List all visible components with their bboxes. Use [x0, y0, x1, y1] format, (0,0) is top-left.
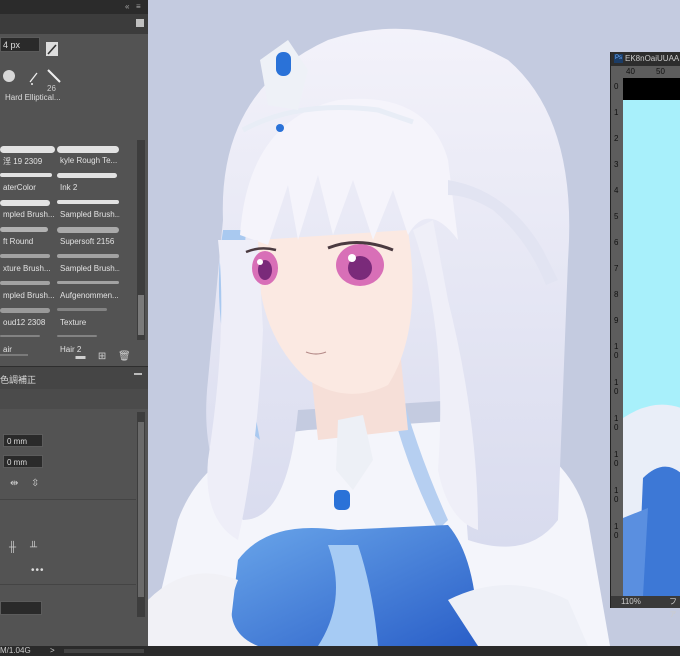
brush-panel: « ≡ 4 px 26 Hard Elliptical... 淫 19 2309… — [0, 0, 148, 646]
tip-elliptical — [47, 69, 61, 83]
more-options-icon[interactable]: ••• — [31, 565, 45, 576]
folder-icon[interactable]: ▬ — [75, 352, 86, 362]
divider — [0, 584, 136, 585]
new-preset-icon[interactable]: ⊞ — [97, 352, 108, 362]
zoom-level[interactable]: 110% — [621, 596, 641, 608]
brush-tip-previews — [0, 62, 70, 90]
status-arrow-icon[interactable]: > — [50, 646, 55, 656]
property-field-2[interactable]: 0 mm — [3, 455, 43, 468]
property-field-3[interactable] — [0, 601, 42, 615]
ruler-tick-label: 4 — [614, 186, 619, 195]
brush-preset[interactable]: ft Round — [0, 224, 60, 251]
panel-header — [0, 14, 148, 34]
tab-menu-icon[interactable] — [134, 373, 142, 375]
brush-list-scrollbar[interactable] — [137, 140, 145, 340]
ruler-tick-label: 1 0 — [614, 522, 619, 540]
trash-icon[interactable]: 🗑 — [118, 352, 131, 362]
tip-dot — [31, 83, 33, 85]
brush-settings-button[interactable] — [46, 42, 58, 56]
scrollbar-thumb[interactable] — [138, 422, 144, 597]
brush-preset[interactable]: oud12 2308 — [0, 305, 60, 332]
ruler-tick-label: 6 — [614, 238, 619, 247]
status-bar: M/1.04G > — [0, 646, 680, 656]
anime-girl-illustration — [148, 0, 610, 646]
brush-preset-grid: 淫 19 2309 kyle Rough Te... aterColor Ink… — [0, 143, 122, 354]
ruler-tick-label: 2 — [614, 134, 619, 143]
horizontal-ruler[interactable]: 40 50 — [623, 66, 680, 78]
panel-top-strip: « ≡ — [0, 0, 148, 14]
ruler-tick-label: 8 — [614, 290, 619, 299]
brush-settings-icon — [47, 44, 57, 55]
collapse-icon[interactable]: « — [125, 2, 129, 11]
ruler-tick-label: 1 — [614, 108, 619, 117]
brush-preset[interactable]: Aufgenommen... — [57, 278, 119, 305]
align-center-icon[interactable]: ╫ — [9, 542, 16, 553]
ruler-tick-label: 1 0 — [614, 342, 619, 360]
brush-preset[interactable]: xture Brush... — [0, 251, 60, 278]
divider — [0, 499, 136, 500]
ruler-tick-label: 5 — [614, 212, 619, 221]
brush-tip-size-number: 26 — [47, 84, 56, 93]
properties-scrollbar[interactable] — [137, 412, 145, 617]
panel-slider[interactable] — [0, 354, 28, 356]
ruler-tick-label: 1 0 — [614, 414, 619, 432]
ruler-tick-label: 1 0 — [614, 450, 619, 468]
brush-preset[interactable]: mpled Brush... — [0, 278, 60, 305]
ruler-tick-label: 40 — [626, 67, 635, 76]
brush-preset[interactable]: Sampled Brush... — [57, 251, 120, 278]
tab-adjustments[interactable]: 色調補正 — [0, 373, 36, 386]
ruler-tick-label: 7 — [614, 264, 619, 273]
doc-size-readout: M/1.04G — [0, 646, 31, 655]
thumbnail-illustration — [623, 404, 680, 596]
properties-header — [0, 389, 148, 409]
document-title: EK8nOaiUUAA — [625, 54, 680, 63]
ruler-tick-label: 1 0 — [614, 486, 619, 504]
property-field-1[interactable]: 0 mm — [3, 434, 43, 447]
brush-preset[interactable]: Ink 2 — [57, 170, 117, 197]
flip-horizontal-icon[interactable]: ⇹ — [10, 478, 18, 489]
status-label: ファ — [669, 597, 677, 618]
ruler-tick-label: 0 — [614, 82, 619, 91]
brush-panel-actions: ▬ ⊞ 🗑 — [75, 351, 137, 362]
document-tab[interactable]: Ps EK8nOaiUUAA — [611, 52, 680, 66]
align-bottom-icon[interactable]: ╨ — [30, 542, 37, 553]
brush-preset[interactable]: Supersoft 2156 — [57, 224, 119, 251]
tip-soft-round — [3, 70, 15, 82]
brush-preset[interactable]: 淫 19 2309 — [0, 143, 60, 170]
ruler-corner — [611, 66, 623, 78]
ruler-tick-label: 50 — [656, 67, 665, 76]
canvas-artwork[interactable] — [148, 0, 610, 646]
brush-preset[interactable]: mpled Brush... — [0, 197, 60, 224]
photoshop-icon: Ps — [614, 54, 623, 64]
brush-preset[interactable]: aterColor — [0, 170, 60, 197]
brush-preset[interactable]: kyle Rough Te... — [57, 143, 119, 170]
status-scrollbar[interactable] — [64, 649, 144, 653]
brush-tip-name: Hard Elliptical... — [5, 93, 61, 102]
document-canvas[interactable] — [623, 78, 680, 596]
scrollbar-thumb[interactable] — [138, 295, 144, 335]
properties-tab-bar: 色調補正 — [0, 366, 148, 389]
brush-size-input[interactable]: 4 px — [0, 37, 40, 52]
panel-menu-icon[interactable]: ≡ — [136, 2, 141, 11]
ruler-tick-label: 9 — [614, 316, 619, 325]
document-status-bar: 110% ファ — [611, 596, 680, 618]
tip-line-1 — [29, 72, 38, 83]
ruler-tick-label: 1 0 — [614, 378, 619, 396]
panel-menu-button[interactable] — [136, 19, 144, 27]
vertical-ruler[interactable]: 0 1 2 3 4 5 6 7 8 9 1 0 1 0 1 0 1 0 1 0 … — [611, 78, 623, 596]
brush-preset[interactable]: Sampled Brush... — [57, 197, 120, 224]
document-window-2[interactable]: Ps EK8nOaiUUAA 40 50 0 1 2 3 4 5 6 7 8 9 … — [610, 52, 680, 618]
brush-preset[interactable]: Texture — [57, 305, 117, 332]
flip-vertical-icon[interactable]: ⇳ — [31, 478, 39, 489]
ruler-tick-label: 3 — [614, 160, 619, 169]
